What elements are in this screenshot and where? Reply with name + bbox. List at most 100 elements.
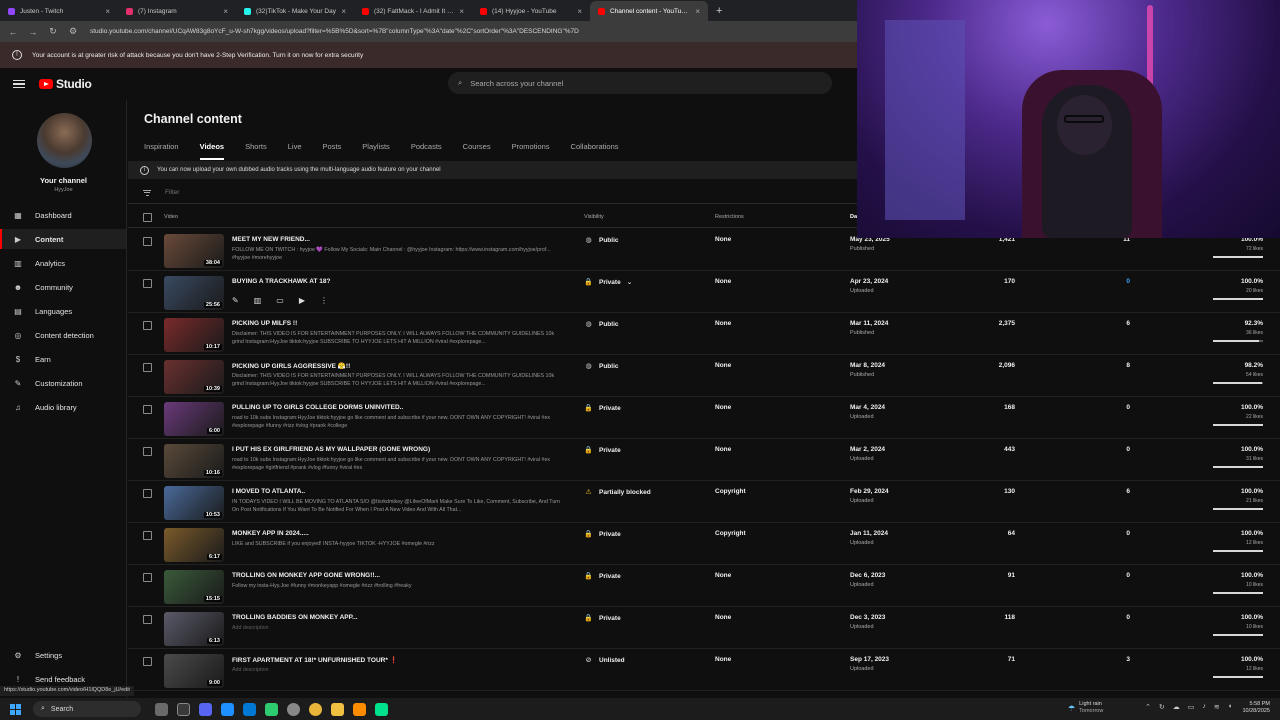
video-thumbnail[interactable]: 10:39 (164, 360, 224, 394)
close-icon[interactable]: × (105, 7, 110, 16)
video-title[interactable]: MEET MY NEW FRIEND... (232, 236, 310, 243)
forward-icon[interactable]: → (28, 27, 38, 37)
visibility-cell[interactable]: 🔒 Private (584, 404, 621, 413)
reload-icon[interactable]: ↻ (48, 26, 58, 37)
volume-icon[interactable]: ◖ (1228, 703, 1232, 711)
folder-icon[interactable]: ▭ (1188, 703, 1195, 711)
video-title[interactable]: I PUT HIS EX GIRLFRIEND AS MY WALLPAPER … (232, 446, 430, 453)
close-icon[interactable]: × (577, 7, 582, 16)
chevron-down-icon[interactable]: ⌄ (627, 278, 632, 286)
row-checkbox[interactable] (143, 405, 152, 414)
video-row[interactable]: 6:17 MONKEY APP IN 2024..... LIKE and SUBS… (128, 523, 1280, 565)
comments-icon[interactable]: ▭ (276, 296, 284, 305)
row-checkbox[interactable] (143, 489, 152, 498)
visibility-cell[interactable]: 🔒 Private ⌄ (584, 278, 632, 287)
video-thumbnail[interactable]: 10:53 (164, 486, 224, 520)
video-title[interactable]: TROLLING BADDIES ON MONKEY APP... (232, 614, 358, 621)
sidebar-item-content[interactable]: ▶ Content (0, 229, 126, 249)
channel-search-input[interactable]: ⌕ Search across your channel (448, 72, 832, 94)
tab-posts[interactable]: Posts (323, 140, 342, 160)
widgets-icon[interactable] (155, 702, 168, 716)
video-thumbnail[interactable]: 38:04 (164, 234, 224, 268)
tab-videos[interactable]: Videos (199, 140, 225, 160)
sidebar-item-community[interactable]: ☻ Community (0, 277, 126, 297)
visibility-cell[interactable]: 🔒 Private (584, 572, 621, 581)
video-row[interactable]: 9:00 FIRST APARTMENT AT 18!* UNFURNISHED … (128, 649, 1280, 691)
restrictions-cell[interactable]: None (715, 656, 731, 663)
restrictions-cell[interactable]: None (715, 236, 731, 243)
video-title[interactable]: TROLLING ON MONKEY APP GONE WRONG!!... (232, 572, 380, 579)
tab-live[interactable]: Live (288, 140, 302, 160)
video-thumbnail[interactable]: 10:16 (164, 444, 224, 478)
tab-shorts[interactable]: Shorts (245, 140, 267, 160)
video-thumbnail[interactable]: 9:00 (164, 654, 224, 688)
new-tab-button[interactable]: + (708, 5, 730, 21)
close-icon[interactable]: × (223, 7, 228, 16)
video-title[interactable]: I MOVED TO ATLANTA.. (232, 488, 305, 495)
video-thumbnail[interactable]: 6:00 (164, 402, 224, 436)
edge-icon[interactable] (221, 702, 234, 716)
row-checkbox[interactable] (143, 447, 152, 456)
menu-icon[interactable] (13, 79, 25, 89)
row-checkbox[interactable] (143, 321, 152, 330)
settings-app-icon[interactable] (287, 702, 300, 716)
restrictions-cell[interactable]: Copyright (715, 488, 746, 495)
visibility-cell[interactable]: 🔒 Private (584, 614, 621, 623)
restrictions-cell[interactable]: None (715, 572, 731, 579)
column-date[interactable]: Da (850, 214, 857, 220)
video-thumbnail[interactable]: 25:56 (164, 276, 224, 310)
comments-cell[interactable]: 0 (1126, 278, 1130, 285)
row-checkbox[interactable] (143, 657, 152, 666)
tab-courses[interactable]: Courses (463, 140, 491, 160)
video-row[interactable]: 10:16 I PUT HIS EX GIRLFRIEND AS MY WALLP… (128, 439, 1280, 481)
video-thumbnail[interactable]: 15:15 (164, 570, 224, 604)
visibility-cell[interactable]: ⚠ Partially blocked (584, 488, 650, 497)
vlc-icon[interactable] (353, 702, 366, 716)
browser-tab[interactable]: Justen - Twitch × (0, 1, 118, 21)
video-row[interactable]: 10:17 PICKING UP MILFS !! Disclaimer: THIS… (128, 313, 1280, 355)
visibility-cell[interactable]: ⊘ Unlisted (584, 656, 625, 665)
browser-tab[interactable]: (32) FattMack - I Admit It [Offi × (354, 1, 472, 21)
video-row[interactable]: 6:00 PULLING UP TO GIRLS COLLEGE DORMS UN… (128, 397, 1280, 439)
video-row[interactable]: 10:39 PICKING UP GIRLS AGGRESSIVE 😤!! Disc… (128, 355, 1280, 397)
obs-icon[interactable] (375, 702, 388, 716)
row-checkbox[interactable] (143, 363, 152, 372)
sidebar-item-audio-library[interactable]: ♫ Audio library (0, 397, 126, 417)
video-thumbnail[interactable]: 6:17 (164, 528, 224, 562)
youtube-play-icon[interactable]: ▶ (299, 296, 305, 305)
restrictions-cell[interactable]: None (715, 362, 731, 369)
restrictions-cell[interactable]: None (715, 404, 731, 411)
row-checkbox[interactable] (143, 531, 152, 540)
visibility-cell[interactable]: ◍ Public (584, 362, 618, 371)
back-icon[interactable]: ← (8, 27, 18, 37)
video-thumbnail[interactable]: 10:17 (164, 318, 224, 352)
row-checkbox[interactable] (143, 615, 152, 624)
video-title[interactable]: PICKING UP GIRLS AGGRESSIVE 😤!! (232, 362, 350, 370)
video-title[interactable]: PICKING UP MILFS !! (232, 320, 297, 327)
chrome-icon[interactable] (309, 702, 322, 716)
security-warning-text[interactable]: Your account is at greater risk of attac… (32, 52, 363, 59)
windows-start-icon[interactable] (10, 703, 21, 715)
close-icon[interactable]: × (341, 7, 346, 16)
sidebar-item-content-detection[interactable]: ◎ Content detection (0, 325, 126, 345)
studio-logo[interactable]: Studio (39, 77, 92, 91)
restrictions-cell[interactable]: None (715, 320, 731, 327)
browser-tab[interactable]: (32)TikTok - Make Your Day × (236, 1, 354, 21)
sync-icon[interactable]: ↻ (1159, 703, 1165, 711)
visibility-cell[interactable]: 🔒 Private (584, 446, 621, 455)
store-icon[interactable] (243, 702, 256, 716)
video-title[interactable]: MONKEY APP IN 2024..... (232, 530, 309, 537)
sidebar-item-customization[interactable]: ✎ Customization (0, 373, 126, 393)
video-title[interactable]: FIRST APARTMENT AT 18!* UNFURNISHED TOUR… (232, 656, 398, 664)
tab-playlists[interactable]: Playlists (362, 140, 390, 160)
file-explorer-icon[interactable] (331, 702, 344, 716)
mic-icon[interactable]: ♪ (1202, 703, 1206, 711)
browser-tab[interactable]: (7) Instagram × (118, 1, 236, 21)
restrictions-cell[interactable]: None (715, 278, 731, 285)
filter-icon[interactable] (143, 189, 151, 196)
analytics-icon[interactable]: ▥ (254, 296, 262, 305)
close-icon[interactable]: × (459, 7, 464, 16)
row-checkbox[interactable] (143, 573, 152, 582)
visibility-cell[interactable]: ◍ Public (584, 320, 618, 329)
visibility-cell[interactable]: 🔒 Private (584, 530, 621, 539)
